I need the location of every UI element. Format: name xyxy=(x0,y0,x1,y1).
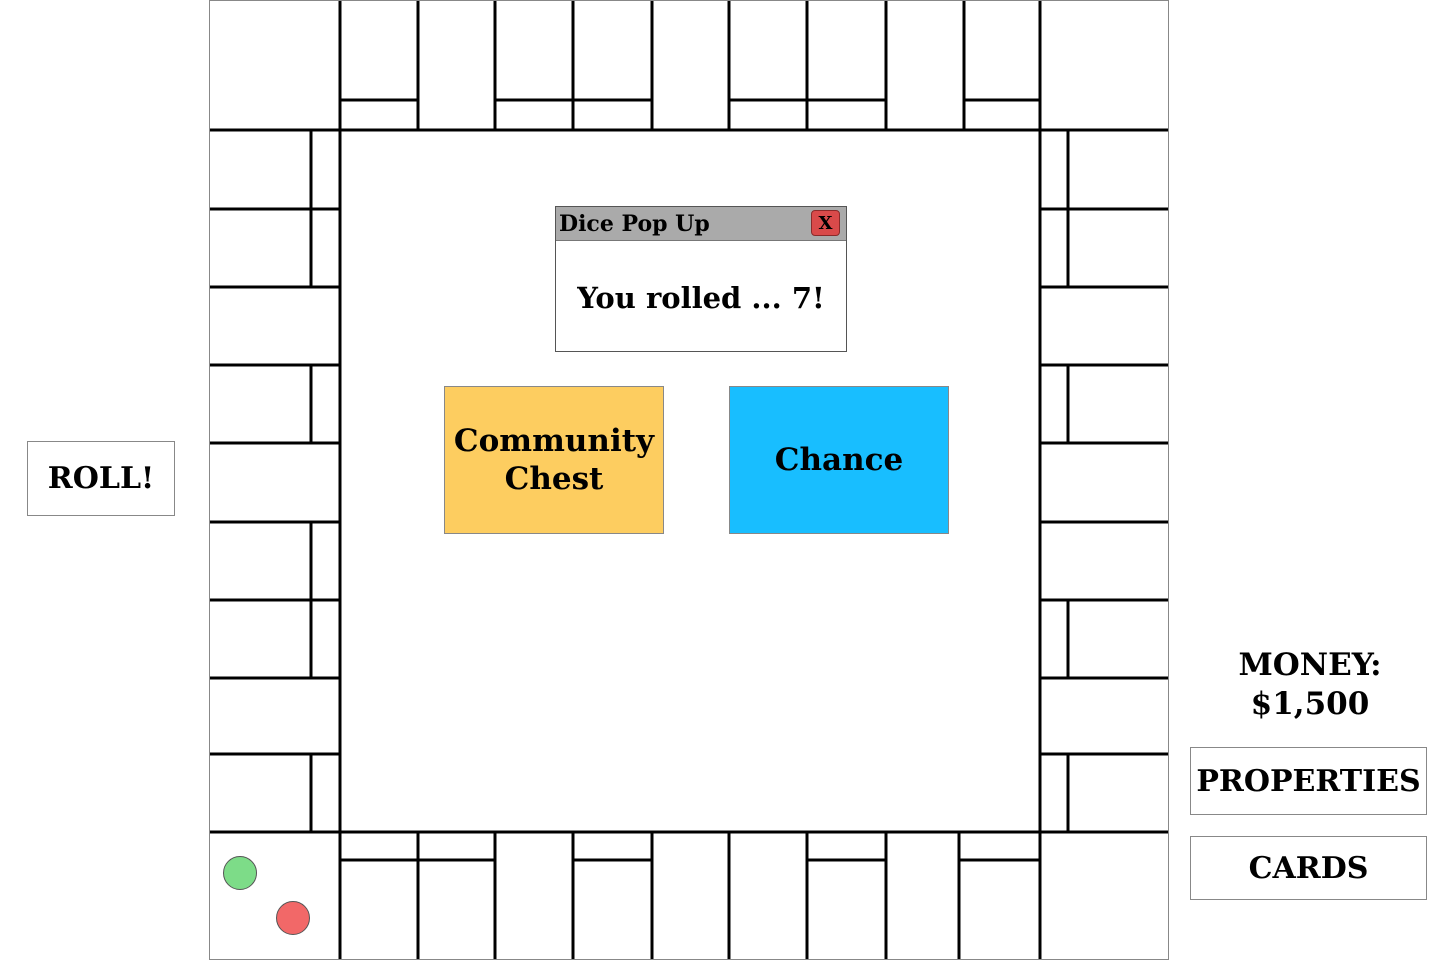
community-chest-label-line2: Chest xyxy=(504,461,604,497)
money-display: MONEY: $1,500 xyxy=(1190,646,1430,724)
dice-popup-title: Dice Pop Up xyxy=(559,211,710,237)
close-icon: X xyxy=(818,212,833,234)
dice-popup-titlebar[interactable]: Dice Pop Up X xyxy=(556,207,846,241)
player-token-red[interactable] xyxy=(276,901,310,935)
roll-button[interactable]: ROLL! xyxy=(27,441,175,516)
dice-roll-message: You rolled ... 7! xyxy=(577,281,825,315)
chance-deck[interactable]: Chance xyxy=(729,386,949,534)
community-chest-label-line1: Community xyxy=(453,423,655,459)
money-value: $1,500 xyxy=(1250,686,1370,722)
board-grid xyxy=(210,1,1168,959)
chance-label: Chance xyxy=(774,442,904,478)
community-chest-deck[interactable]: Community Chest xyxy=(444,386,664,534)
money-label: MONEY: xyxy=(1238,647,1382,683)
dice-popup: Dice Pop Up X You rolled ... 7! xyxy=(555,206,847,352)
close-button[interactable]: X xyxy=(811,210,840,236)
properties-button[interactable]: PROPERTIES xyxy=(1190,747,1427,815)
game-board: Community Chest Chance Dice Pop Up X You… xyxy=(209,0,1169,960)
player-token-green[interactable] xyxy=(223,856,257,890)
cards-button[interactable]: CARDS xyxy=(1190,836,1427,900)
